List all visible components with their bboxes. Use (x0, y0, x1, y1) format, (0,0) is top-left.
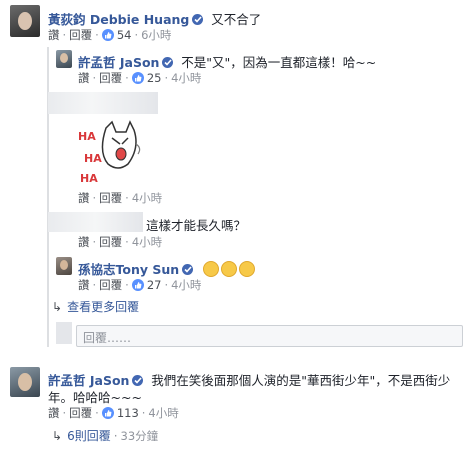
svg-text:HA: HA (78, 130, 96, 143)
thumbs-up-icon (101, 407, 114, 419)
reply-link[interactable]: 回覆 (99, 277, 122, 293)
comment-actions: 讚 · 回覆 · 4小時 (78, 234, 163, 250)
timestamp[interactable]: 6小時 (141, 27, 171, 43)
svg-text:HA: HA (84, 152, 102, 165)
reply-link[interactable]: 回覆 (69, 27, 92, 43)
like-link[interactable]: 讚 (48, 27, 60, 43)
like-link[interactable]: 讚 (78, 277, 90, 293)
blurred-name (48, 212, 143, 232)
like-link[interactable]: 讚 (78, 190, 90, 206)
comment-actions: 讚 · 回覆 · 113 · 4小時 (48, 405, 179, 421)
timestamp[interactable]: 4小時 (132, 190, 162, 206)
commenter-name[interactable]: 孫協志Tony Sun (78, 262, 179, 277)
timestamp[interactable]: 4小時 (132, 234, 162, 250)
verified-badge-icon (162, 57, 174, 68)
like-count[interactable]: 25 (131, 71, 161, 85)
like-link[interactable]: 讚 (48, 405, 60, 421)
avatar[interactable] (56, 257, 72, 275)
timestamp[interactable]: 4小時 (171, 70, 201, 86)
timestamp[interactable]: 4小時 (148, 405, 178, 421)
comment-text: 這樣才能長久嗎？ (146, 218, 247, 233)
laughing-emoji-icons (201, 261, 255, 277)
comment-text: 又不合了 (211, 12, 262, 27)
comment-header: 孫協志Tony Sun (78, 259, 255, 278)
comment-header: 許孟哲 JaSon 不是"又"，因為一直都這樣！哈~~ (78, 52, 376, 71)
laughing-emoji-icon (238, 261, 255, 277)
reply-input[interactable]: 回覆…… (76, 325, 463, 347)
verified-badge-icon (192, 14, 204, 25)
like-link[interactable]: 讚 (78, 70, 90, 86)
commenter-name[interactable]: 黃荻鈞 Debbie Huang (48, 12, 189, 27)
blurred-avatar (56, 322, 72, 344)
laughing-emoji-icon (220, 261, 237, 277)
avatar[interactable] (10, 5, 40, 37)
comment-actions: 讚 · 回覆 · 54 · 6小時 (48, 27, 172, 43)
reply-arrow-icon: ↳ (52, 299, 63, 314)
more-replies-link[interactable]: ↳ 查看更多回覆 (52, 298, 139, 315)
thumbs-up-icon (131, 72, 144, 84)
like-link[interactable]: 讚 (78, 234, 90, 250)
verified-badge-icon (182, 264, 194, 275)
reply-arrow-icon: ↳ (52, 428, 63, 443)
avatar[interactable] (10, 367, 40, 397)
reply-link[interactable]: 回覆 (69, 405, 92, 421)
reply-link[interactable]: 回覆 (99, 190, 122, 206)
laughing-emoji-icon (202, 261, 219, 277)
comment-actions: 讚 · 回覆 · 25 · 4小時 (78, 70, 202, 86)
thumbs-up-icon (131, 279, 144, 291)
comment-text: 我們在笑後面那個人演的是"華西街少年"，不是西街少 (151, 373, 451, 388)
comment-actions: 讚 · 回覆 · 4小時 (78, 190, 163, 206)
timestamp: 33分鐘 (120, 428, 159, 443)
avatar[interactable] (56, 50, 72, 68)
svg-text:HA: HA (80, 172, 98, 185)
timestamp[interactable]: 4小時 (171, 277, 201, 293)
reply-link[interactable]: 回覆 (99, 234, 122, 250)
reply-link[interactable]: 回覆 (99, 70, 122, 86)
like-count[interactable]: 27 (131, 278, 161, 292)
blurred-name (48, 92, 158, 114)
commenter-name[interactable]: 許孟哲 JaSon (78, 55, 159, 70)
comment-actions: 讚 · 回覆 · 27 · 4小時 (78, 277, 202, 293)
comment-text-continued: 年。哈哈哈~~~ (48, 390, 142, 405)
comment-header: 黃荻鈞 Debbie Huang 又不合了 (48, 9, 261, 28)
like-count[interactable]: 113 (101, 406, 139, 420)
thumbs-up-icon (101, 29, 114, 41)
comment-text: 不是"又"，因為一直都這樣！哈~~ (181, 55, 377, 70)
haha-sticker: HA HA HA (76, 118, 150, 188)
commenter-name[interactable]: 許孟哲 JaSon (48, 373, 129, 388)
like-count[interactable]: 54 (101, 28, 131, 42)
verified-badge-icon (132, 375, 144, 386)
view-replies-link[interactable]: ↳ 6則回覆 · 33分鐘 (52, 427, 158, 444)
